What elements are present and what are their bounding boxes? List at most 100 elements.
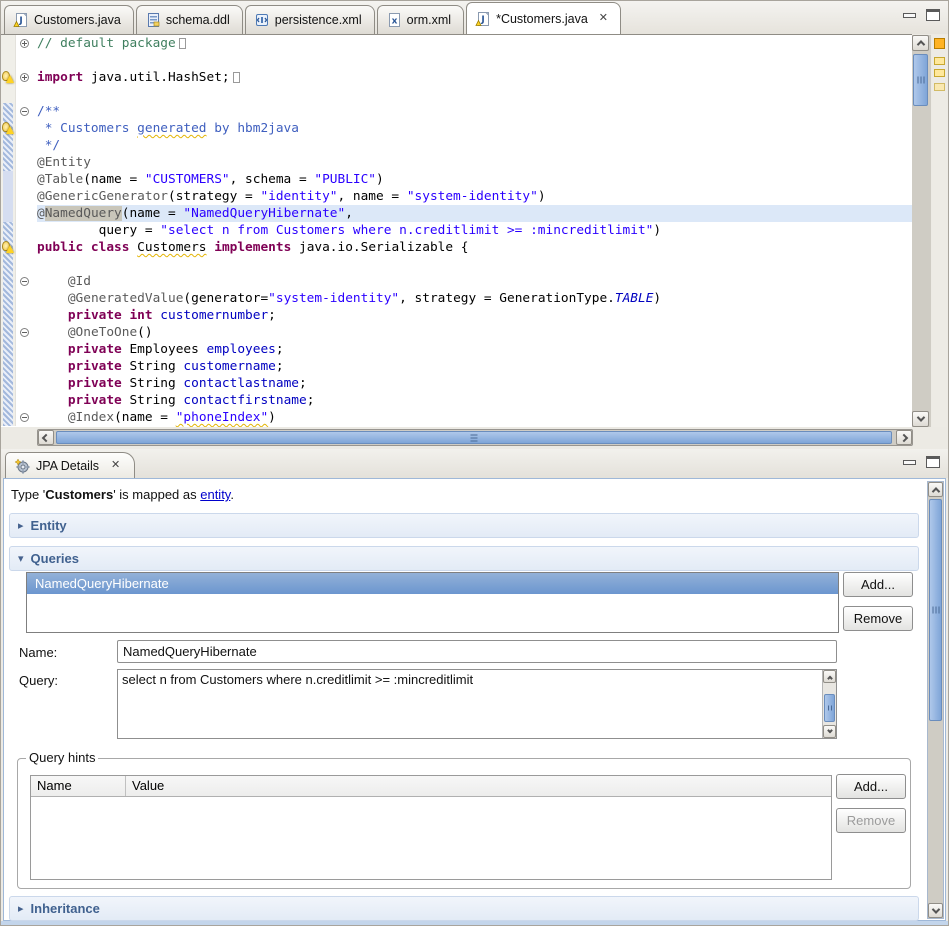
range-indicator bbox=[3, 222, 13, 239]
marker-gutter bbox=[1, 273, 15, 290]
range-indicator bbox=[3, 103, 13, 120]
maximize-icon[interactable] bbox=[926, 456, 940, 468]
hints-column-name[interactable]: Name bbox=[31, 776, 126, 796]
fold-collapse-icon[interactable] bbox=[20, 328, 29, 337]
scrollbar-thumb[interactable] bbox=[913, 54, 928, 106]
query-name-input[interactable] bbox=[117, 640, 837, 663]
fold-expand-icon[interactable] bbox=[20, 39, 29, 48]
close-icon[interactable]: ✕ bbox=[111, 460, 120, 471]
warning-icon[interactable] bbox=[1, 71, 15, 84]
editor-tab-customers.java[interactable]: J Customers.java bbox=[4, 5, 134, 34]
tab-jpa-details[interactable]: JPA Details ✕ bbox=[5, 452, 135, 478]
tab-label: Customers.java bbox=[34, 13, 121, 27]
marker-gutter bbox=[1, 154, 15, 171]
section-inheritance[interactable]: ▸ Inheritance bbox=[9, 896, 919, 921]
warning-marker[interactable] bbox=[934, 57, 945, 65]
warning-marker[interactable] bbox=[934, 69, 945, 77]
fold-gutter bbox=[15, 341, 37, 358]
range-indicator bbox=[3, 256, 13, 273]
query-text-box: select n from Customers where n.creditli… bbox=[117, 669, 837, 739]
code-text bbox=[37, 86, 912, 103]
query-hints-header: NameValue bbox=[31, 776, 831, 797]
code-line bbox=[1, 86, 912, 103]
marker-gutter bbox=[1, 307, 15, 324]
folded-region-icon[interactable] bbox=[233, 72, 240, 83]
maximize-icon[interactable] bbox=[926, 9, 940, 21]
code-text: private Employees employees; bbox=[37, 341, 912, 358]
scroll-right-icon[interactable] bbox=[896, 430, 912, 445]
query-hints-table[interactable]: NameValue bbox=[30, 775, 832, 880]
fold-collapse-icon[interactable] bbox=[20, 277, 29, 286]
minimize-icon[interactable] bbox=[903, 13, 916, 18]
marker-gutter bbox=[1, 188, 15, 205]
query-hints-legend: Query hints bbox=[26, 750, 98, 765]
fold-gutter bbox=[15, 171, 37, 188]
remove-query-button[interactable]: Remove bbox=[843, 606, 913, 631]
range-indicator bbox=[3, 375, 13, 392]
editor-tab-schema.ddl[interactable]: schema.ddl bbox=[136, 5, 243, 34]
folded-region-icon[interactable] bbox=[179, 38, 186, 49]
scroll-left-icon[interactable] bbox=[38, 430, 54, 445]
range-indicator bbox=[3, 171, 13, 188]
scroll-down-icon[interactable] bbox=[823, 725, 836, 738]
section-label: Entity bbox=[31, 518, 67, 533]
overview-ruler[interactable] bbox=[932, 35, 947, 427]
code-text: public class Customers implements java.i… bbox=[37, 239, 912, 256]
overview-warning-summary-icon[interactable] bbox=[934, 38, 945, 49]
editor-tab-persistence.xml[interactable]: persistence.xml bbox=[245, 5, 375, 34]
query-list-item[interactable]: NamedQueryHibernate bbox=[27, 573, 838, 594]
chevron-right-icon: ▸ bbox=[18, 519, 24, 532]
entity-link[interactable]: entity bbox=[200, 487, 230, 502]
code-text bbox=[37, 52, 912, 69]
code-editor[interactable]: // default packageimport java.util.HashS… bbox=[1, 34, 912, 427]
editor-horizontal-scrollbar[interactable] bbox=[37, 429, 913, 446]
java-file-warning-icon: J bbox=[13, 12, 29, 28]
fold-gutter bbox=[15, 256, 37, 273]
close-icon[interactable]: ✕ bbox=[599, 13, 608, 24]
marker-gutter bbox=[1, 222, 15, 239]
editor-tabbar: J Customers.java schema.ddl persistence.xml… bbox=[1, 1, 948, 34]
named-queries-list[interactable]: NamedQueryHibernate bbox=[26, 572, 839, 633]
fold-collapse-icon[interactable] bbox=[20, 107, 29, 116]
mapping-summary: Type 'Customers' is mapped as entity. bbox=[11, 487, 234, 502]
tab-label: persistence.xml bbox=[275, 13, 362, 27]
add-query-button[interactable]: Add... bbox=[843, 572, 913, 597]
marker-gutter bbox=[1, 103, 15, 120]
warning-marker[interactable] bbox=[934, 83, 945, 91]
jpa-vertical-scrollbar[interactable] bbox=[927, 481, 944, 919]
code-line: @Index(name = "phoneIndex") bbox=[1, 409, 912, 426]
editor-tab-customers.java[interactable]: J*Customers.java✕ bbox=[466, 2, 621, 34]
marker-gutter bbox=[1, 239, 15, 256]
scroll-up-icon[interactable] bbox=[823, 670, 836, 683]
warning-icon[interactable] bbox=[1, 241, 15, 254]
code-line: private String contactfirstname; bbox=[1, 392, 912, 409]
minimize-icon[interactable] bbox=[903, 460, 916, 465]
scroll-up-icon[interactable] bbox=[928, 482, 943, 497]
section-entity[interactable]: ▸ Entity bbox=[9, 513, 919, 538]
query-text-input[interactable]: select n from Customers where n.creditli… bbox=[119, 671, 821, 737]
code-line: @NamedQuery(name = "NamedQueryHibernate"… bbox=[1, 205, 912, 222]
marker-gutter bbox=[1, 52, 15, 69]
section-queries[interactable]: ▾ Queries bbox=[9, 546, 919, 571]
hints-column-value[interactable]: Value bbox=[126, 776, 170, 796]
remove-hint-button[interactable]: Remove bbox=[836, 808, 906, 833]
add-hint-button[interactable]: Add... bbox=[836, 774, 906, 799]
warning-icon[interactable] bbox=[1, 122, 15, 135]
scroll-up-icon[interactable] bbox=[912, 35, 929, 51]
scrollbar-thumb[interactable] bbox=[929, 499, 942, 721]
scroll-down-icon[interactable] bbox=[912, 411, 929, 427]
fold-expand-icon[interactable] bbox=[20, 73, 29, 82]
code-text: private String contactfirstname; bbox=[37, 392, 912, 409]
fold-collapse-icon[interactable] bbox=[20, 413, 29, 422]
code-line: /** bbox=[1, 103, 912, 120]
editor-vertical-scrollbar[interactable] bbox=[912, 35, 931, 427]
scrollbar-thumb[interactable] bbox=[824, 694, 835, 722]
java-file-warning-icon: J bbox=[475, 11, 491, 27]
range-indicator bbox=[3, 290, 13, 307]
scroll-down-icon[interactable] bbox=[928, 903, 943, 918]
editor-tab-orm.xml[interactable]: xorm.xml bbox=[377, 5, 464, 34]
code-text: @Entity bbox=[37, 154, 912, 171]
chevron-down-icon: ▾ bbox=[18, 552, 24, 565]
scrollbar-thumb[interactable] bbox=[56, 431, 892, 444]
query-scrollbar[interactable] bbox=[822, 670, 836, 738]
